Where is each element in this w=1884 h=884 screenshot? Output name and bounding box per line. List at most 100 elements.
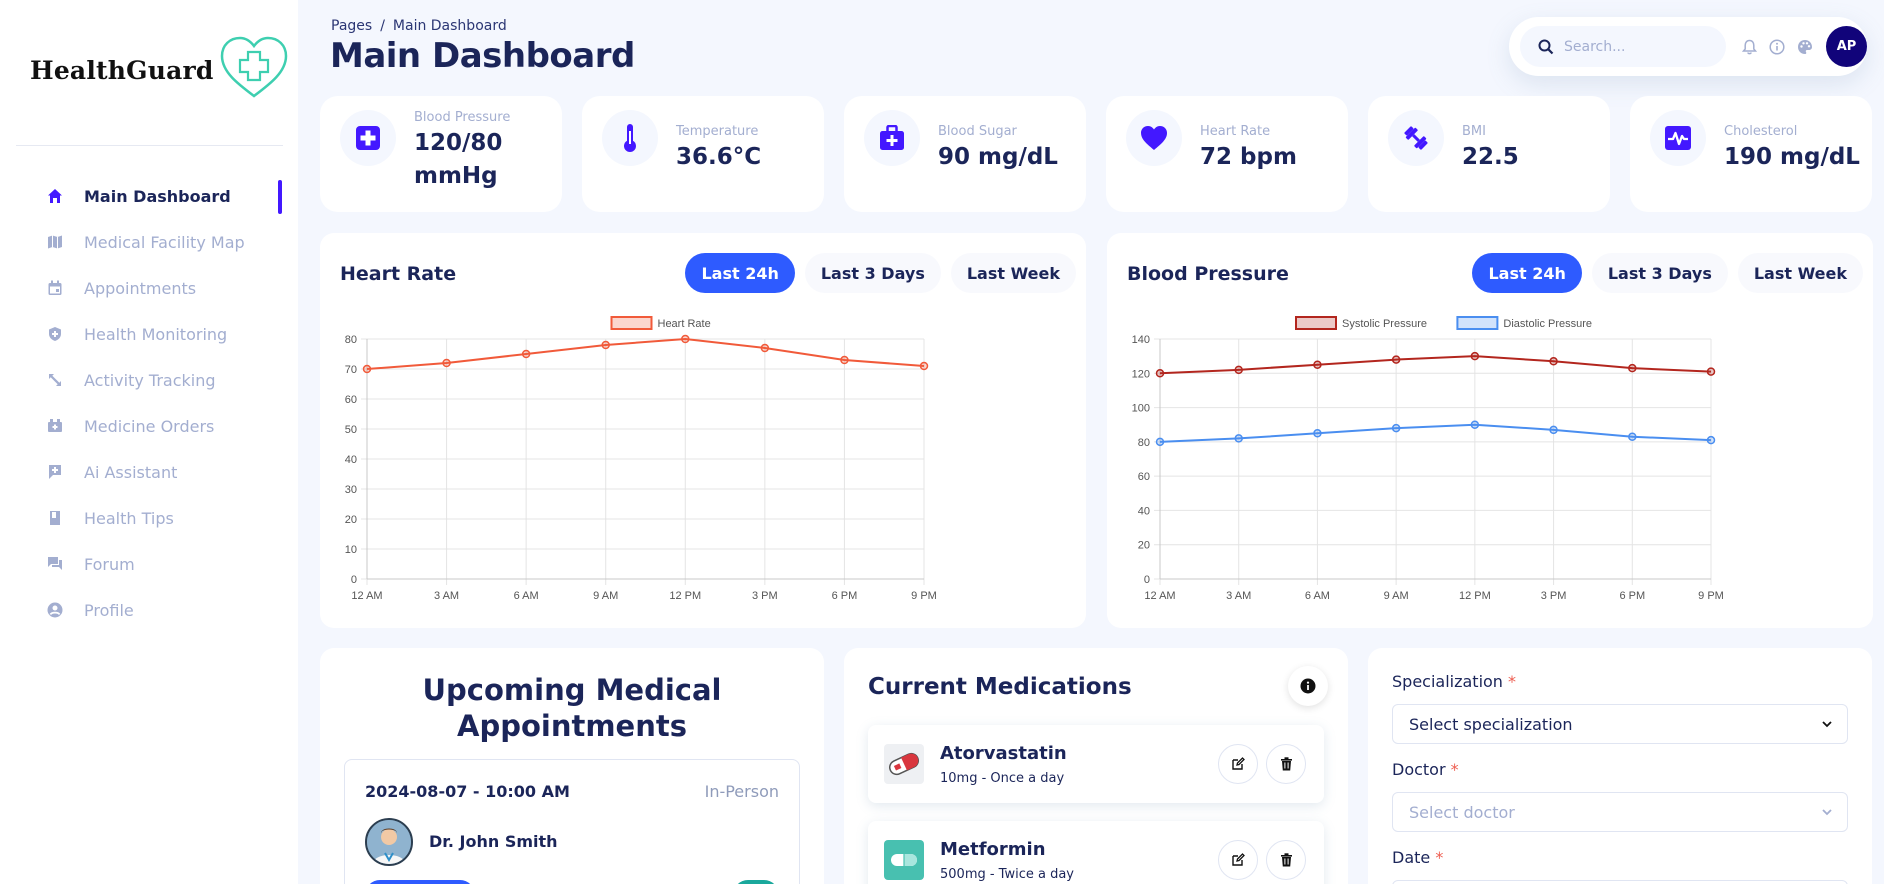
legend-label: Heart Rate (658, 318, 711, 330)
sidebar-item-health-monitoring[interactable]: Health Monitoring (0, 311, 298, 357)
x-tick-label: 6 AM (514, 590, 539, 602)
doctor-select[interactable]: Select doctor (1392, 792, 1848, 832)
y-tick-label: 120 (1132, 368, 1150, 380)
heart-rate-chart-card: Heart Rate Last 24h Last 3 Days Last Wee… (320, 233, 1086, 628)
stat-label: Heart Rate (1200, 124, 1271, 139)
info-icon[interactable] (1768, 38, 1786, 56)
edit-medication-button[interactable] (1218, 840, 1258, 880)
medical-cross-icon (340, 110, 396, 166)
stat-label: Temperature (676, 124, 759, 139)
y-tick-label: 100 (1132, 403, 1150, 415)
data-point (1549, 425, 1558, 435)
delete-medication-button[interactable] (1266, 744, 1306, 784)
chevron-down-icon (1822, 721, 1832, 728)
palette-icon[interactable] (1796, 38, 1814, 56)
sidebar-item-forum[interactable]: Forum (0, 541, 298, 587)
appointments-title-line1: Upcoming Medical (422, 673, 722, 707)
y-tick-label: 70 (345, 364, 357, 376)
date-input[interactable] (1392, 880, 1848, 884)
data-point (1706, 367, 1716, 376)
sidebar-item-ai-assistant[interactable]: Ai Assistant (0, 449, 298, 495)
sidebar-item-appointments[interactable]: Appointments (0, 265, 298, 311)
sidebar-item-activity-tracking[interactable]: Activity Tracking (0, 357, 298, 403)
appointment-secondary-button[interactable] (733, 880, 779, 884)
heart-cross-logo-icon (220, 36, 287, 98)
appointment-datetime: 2024-08-07 - 10:00 AM (365, 782, 570, 801)
sidebar-item-main-dashboard[interactable]: Main Dashboard (0, 173, 298, 219)
info-icon (1300, 678, 1316, 694)
doctor-name: Dr. John Smith (429, 832, 558, 851)
delete-medication-button[interactable] (1266, 840, 1306, 880)
y-tick-label: 140 (1132, 334, 1150, 346)
heart-monitor-icon (1650, 110, 1706, 166)
bell-icon[interactable] (1740, 38, 1758, 56)
search-box (1520, 26, 1726, 67)
data-point (442, 358, 451, 368)
x-tick-label: 6 PM (1619, 590, 1645, 602)
chat-plus-icon (46, 463, 64, 481)
thermometer-icon (602, 110, 658, 166)
user-avatar[interactable]: AP (1826, 26, 1867, 67)
heart-icon (1126, 110, 1182, 166)
edit-icon (1232, 757, 1245, 770)
page-title: Main Dashboard (330, 36, 635, 76)
trash-icon (1280, 757, 1292, 771)
date-label-text: Date (1392, 848, 1431, 867)
medication-name: Metformin (940, 839, 1046, 860)
x-tick-label: 9 AM (1384, 590, 1409, 602)
stat-value: 120/80 (414, 130, 503, 156)
stat-card-blood-pressure: Blood Pressure 120/80 mmHg (320, 96, 562, 212)
app-name: HealthGuard (30, 55, 214, 85)
y-tick-label: 60 (1138, 471, 1150, 483)
app-logo[interactable]: HealthGuard (30, 36, 290, 100)
specialization-select[interactable]: Select specialization (1392, 704, 1848, 744)
medication-dose: 500mg - Twice a day (940, 867, 1075, 882)
data-point (362, 364, 372, 374)
specialization-label-text: Specialization (1392, 672, 1503, 691)
data-point (1470, 420, 1480, 429)
sidebar-item-profile[interactable]: Profile (0, 587, 298, 633)
stat-label: BMI (1462, 124, 1486, 139)
search-input[interactable] (1564, 38, 1714, 55)
data-point (1470, 351, 1480, 361)
data-point (1155, 437, 1165, 447)
edit-medication-button[interactable] (1218, 744, 1258, 784)
x-tick-label: 12 AM (1144, 590, 1175, 602)
shield-icon (46, 325, 64, 343)
sidebar-item-label: Forum (84, 554, 135, 574)
medications-info-button[interactable] (1288, 666, 1328, 706)
chevron-down-icon (1822, 809, 1832, 816)
sidebar-item-label: Appointments (84, 278, 197, 298)
required-mark: * (1508, 672, 1517, 691)
data-point (1234, 365, 1243, 375)
data-point (1313, 360, 1322, 369)
booking-form-card: Specialization * Select specialization D… (1368, 648, 1872, 884)
sidebar-item-medical-facility-map[interactable]: Medical Facility Map (0, 219, 298, 265)
user-icon (46, 601, 64, 619)
y-tick-label: 80 (1138, 437, 1150, 449)
doctor-label-text: Doctor (1392, 760, 1446, 779)
legend-swatch (1295, 316, 1337, 330)
sidebar-item-health-tips[interactable]: Health Tips (0, 495, 298, 541)
data-point (919, 361, 929, 371)
stat-label: Blood Pressure (414, 110, 511, 125)
required-mark: * (1450, 760, 1459, 779)
breadcrumb: Pages / Main Dashboard (331, 18, 511, 34)
medication-item: Atorvastatin 10mg - Once a day (868, 725, 1324, 803)
sidebar-divider (16, 145, 283, 146)
stat-card-temperature: Temperature 36.6°C (582, 96, 824, 212)
breadcrumb-item-pages[interactable]: Pages (331, 18, 372, 34)
data-point (1549, 357, 1558, 366)
y-tick-label: 30 (345, 484, 357, 496)
stat-card-bmi: BMI 22.5 (1368, 96, 1610, 212)
sidebar-item-medicine-orders[interactable]: Medicine Orders (0, 403, 298, 449)
x-tick-label: 3 PM (1541, 590, 1567, 602)
doctor-selected-value: Select doctor (1409, 802, 1515, 822)
stat-value: 22.5 (1462, 144, 1519, 170)
legend-label: Systolic Pressure (1342, 318, 1427, 330)
data-point (681, 334, 690, 344)
appointment-item[interactable]: 2024-08-07 - 10:00 AM In-Person Dr. John… (344, 759, 800, 884)
arrows-icon (46, 371, 64, 389)
sidebar-item-label: Health Monitoring (84, 324, 228, 344)
appointment-primary-button[interactable] (365, 880, 475, 884)
